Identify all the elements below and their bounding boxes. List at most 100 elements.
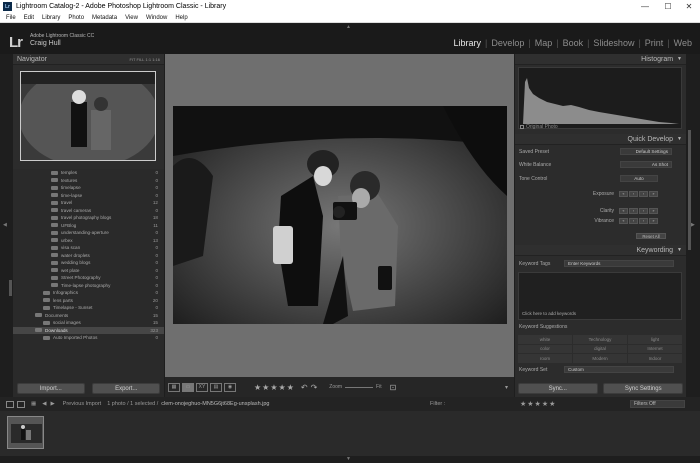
- collapse-triangle-icon[interactable]: ▼: [677, 56, 682, 62]
- rotate-left-icon[interactable]: ↶: [301, 383, 308, 392]
- compare-view-icon[interactable]: XY: [196, 382, 208, 392]
- maximize-button[interactable]: ☐: [657, 0, 679, 13]
- histogram-header[interactable]: Histogram ▼: [515, 54, 686, 65]
- folder-row[interactable]: visa scan 0: [13, 244, 164, 252]
- crop-overlay-icon[interactable]: ⊡: [390, 383, 397, 392]
- keyword-suggestion[interactable]: Indoor: [628, 354, 682, 363]
- folder-row[interactable]: temples 0: [13, 169, 164, 177]
- clarity-dec[interactable]: ‹: [629, 207, 638, 214]
- second-window-icon[interactable]: [17, 400, 25, 408]
- folder-row-selected[interactable]: Downloads 323: [13, 326, 164, 334]
- source-label[interactable]: Previous Import: [63, 401, 102, 407]
- folder-row[interactable]: travel photography blogs 18: [13, 214, 164, 222]
- folder-row[interactable]: travel 12: [13, 199, 164, 207]
- module-print[interactable]: Print: [645, 38, 664, 48]
- folder-row[interactable]: wedding blogs 0: [13, 259, 164, 267]
- navigator-header[interactable]: Navigator FIT FILL 1:1 1:16: [13, 54, 164, 65]
- rotate-right-icon[interactable]: ↷: [311, 383, 318, 392]
- white-balance-select[interactable]: As Shot: [620, 161, 672, 168]
- top-panel-toggle-icon[interactable]: ▲: [346, 24, 351, 30]
- nav-fill[interactable]: FILL: [137, 57, 145, 62]
- exposure-dec-more[interactable]: «: [619, 190, 628, 197]
- folder-row[interactable]: understanding-aperture 0: [13, 229, 164, 237]
- navigator-preview[interactable]: [20, 71, 156, 161]
- toolbar-menu-chevron-icon[interactable]: ▾: [505, 384, 508, 391]
- left-panel-toggle-icon[interactable]: ◀: [3, 222, 7, 228]
- menu-library[interactable]: Library: [42, 15, 60, 21]
- folder-row[interactable]: social images 15: [13, 319, 164, 327]
- keywording-header[interactable]: Keywording ▼: [515, 245, 686, 256]
- forward-arrow-icon[interactable]: ▶: [50, 401, 54, 407]
- saved-preset-select[interactable]: Default Settings: [620, 148, 672, 155]
- main-window-icon[interactable]: [6, 400, 14, 408]
- clarity-inc-more[interactable]: »: [649, 207, 658, 214]
- checkbox-icon[interactable]: [520, 125, 524, 129]
- menu-help[interactable]: Help: [175, 15, 187, 21]
- survey-view-icon[interactable]: ▤: [210, 382, 222, 392]
- right-panel-scrollbar[interactable]: [688, 130, 691, 250]
- filmstrip-thumbnail[interactable]: [7, 416, 44, 449]
- keyword-suggestion[interactable]: Internet: [628, 344, 682, 354]
- folder-row[interactable]: Street Photography 0: [13, 274, 164, 282]
- folder-row[interactable]: water droplets 0: [13, 252, 164, 260]
- folder-row[interactable]: Time-lapse photography 0: [13, 282, 164, 290]
- people-view-icon[interactable]: ◉: [224, 382, 236, 392]
- module-library[interactable]: Library: [453, 38, 481, 48]
- vibrance-dec-more[interactable]: «: [619, 217, 628, 224]
- vibrance-inc-more[interactable]: »: [649, 217, 658, 224]
- original-photo-toggle[interactable]: Original Photo: [520, 124, 558, 130]
- menu-file[interactable]: File: [6, 15, 16, 21]
- keyword-suggestion[interactable]: digital: [573, 344, 627, 354]
- folder-row[interactable]: Auto Imported Photos 0: [13, 334, 164, 342]
- menu-view[interactable]: View: [125, 15, 138, 21]
- nav-1-1[interactable]: 1:1: [146, 57, 152, 62]
- folder-row[interactable]: lens parts 20: [13, 297, 164, 305]
- exposure-inc[interactable]: ›: [639, 190, 648, 197]
- menu-window[interactable]: Window: [146, 15, 167, 21]
- filter-stars-icon[interactable]: ★★★★★: [520, 400, 556, 408]
- loupe-view-icon[interactable]: ▭: [182, 382, 194, 392]
- star-rating-icon[interactable]: ★★★★★: [254, 383, 295, 392]
- sync-settings-button[interactable]: Sync Settings: [603, 383, 684, 394]
- keyword-suggestion[interactable]: Technology: [573, 335, 627, 344]
- folder-row[interactable]: wet plate 0: [13, 267, 164, 275]
- keyword-set-select[interactable]: Custom: [564, 366, 674, 373]
- main-photo[interactable]: [173, 106, 507, 324]
- keyword-suggestion[interactable]: light: [628, 335, 682, 344]
- clarity-inc[interactable]: ›: [639, 207, 648, 214]
- import-button[interactable]: Import...: [16, 383, 85, 394]
- zoom-slider[interactable]: [345, 386, 374, 388]
- folder-row[interactable]: travel cameras 0: [13, 207, 164, 215]
- grid-icon[interactable]: ▦: [31, 401, 36, 407]
- module-map[interactable]: Map: [535, 38, 553, 48]
- folder-row[interactable]: textures 0: [13, 177, 164, 185]
- keyword-tags-select[interactable]: Enter Keywords: [564, 260, 674, 267]
- auto-tone-button[interactable]: Auto: [620, 175, 658, 182]
- nav-fit[interactable]: FIT: [129, 57, 135, 62]
- folder-row[interactable]: Infographics 0: [13, 289, 164, 297]
- folder-row[interactable]: urbex 13: [13, 237, 164, 245]
- module-develop[interactable]: Develop: [491, 38, 524, 48]
- left-panel-scrollbar[interactable]: [9, 280, 12, 296]
- module-web[interactable]: Web: [674, 38, 692, 48]
- menu-photo[interactable]: Photo: [68, 15, 84, 21]
- folder-row[interactable]: Documents 15: [13, 312, 164, 320]
- zoom-fit[interactable]: Fit: [376, 384, 382, 390]
- keyword-suggestions-row[interactable]: Keyword Suggestions: [515, 322, 686, 331]
- keyword-suggestion[interactable]: color: [518, 344, 572, 354]
- nav-1-16[interactable]: 1:16: [152, 57, 160, 62]
- back-arrow-icon[interactable]: ◀: [42, 401, 46, 407]
- folder-row[interactable]: time-lapse 0: [13, 192, 164, 200]
- collapse-triangle-icon[interactable]: ▼: [677, 136, 682, 142]
- sync-button[interactable]: Sync...: [517, 383, 598, 394]
- module-book[interactable]: Book: [563, 38, 584, 48]
- keyword-entry-box[interactable]: Click here to add keywords: [518, 272, 682, 320]
- export-button[interactable]: Export...: [92, 383, 161, 394]
- collapse-triangle-icon[interactable]: ▼: [677, 247, 682, 253]
- menu-metadata[interactable]: Metadata: [92, 15, 117, 21]
- exposure-dec[interactable]: ‹: [629, 190, 638, 197]
- exposure-inc-more[interactable]: »: [649, 190, 658, 197]
- right-panel-toggle-icon[interactable]: ▶: [691, 222, 695, 228]
- reset-all-button[interactable]: Reset All: [636, 232, 666, 239]
- keyword-suggestion[interactable]: room: [518, 354, 572, 363]
